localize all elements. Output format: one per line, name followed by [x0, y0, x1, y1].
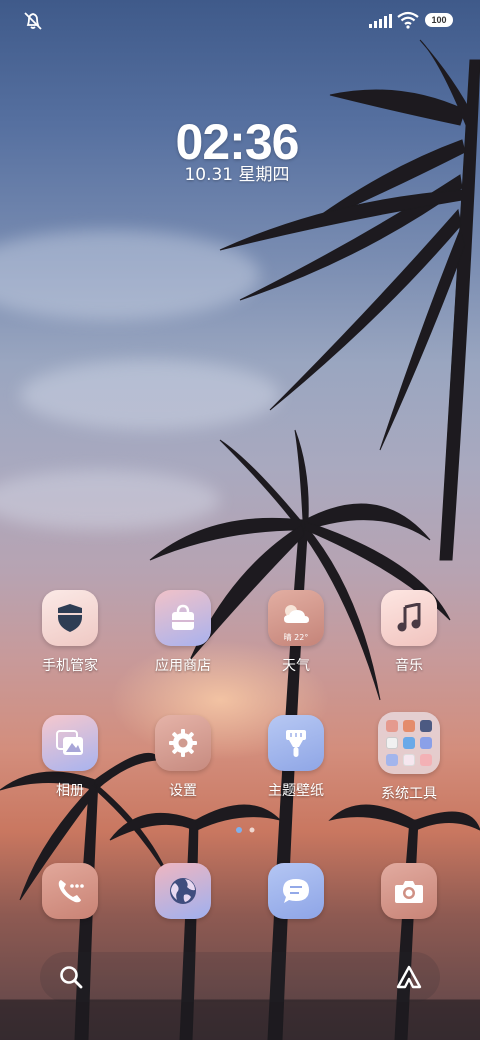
status-bar: 100	[0, 8, 480, 34]
battery-indicator: 100	[425, 13, 453, 27]
camera-icon	[381, 863, 437, 919]
music-note-icon	[381, 590, 437, 646]
app-label: 应用商店	[155, 658, 211, 674]
folder-icon	[378, 712, 440, 774]
app-label: 音乐	[395, 658, 423, 674]
shopping-bag-icon	[155, 590, 211, 646]
app-folder-system-tools[interactable]: 系统工具	[354, 712, 464, 804]
clock-date[interactable]: 10.31 星期四	[0, 163, 474, 187]
app-label: 相册	[56, 783, 84, 799]
browser-icon	[155, 863, 211, 919]
app-label: 设置	[169, 783, 197, 799]
gear-icon	[155, 715, 211, 771]
dock-browser[interactable]	[128, 863, 238, 919]
assistant-icon[interactable]	[396, 965, 422, 989]
app-app-store[interactable]: 应用商店	[128, 590, 238, 676]
dock-messages[interactable]	[241, 863, 351, 919]
page-indicator[interactable]	[230, 826, 260, 834]
app-label: 天气	[282, 658, 310, 674]
messages-icon	[268, 863, 324, 919]
shield-icon	[42, 590, 98, 646]
wifi-icon	[397, 11, 419, 29]
weather-temperature: 晴 22°	[283, 633, 309, 642]
global-search-bar[interactable]	[40, 952, 440, 1002]
paint-brush-icon	[268, 715, 324, 771]
app-weather[interactable]: 晴 22° 天气	[241, 590, 351, 676]
app-label: 手机管家	[42, 658, 98, 674]
app-settings[interactable]: 设置	[128, 715, 238, 801]
app-music[interactable]: 音乐	[354, 590, 464, 676]
mute-icon	[24, 12, 42, 30]
weather-icon: 晴 22°	[268, 590, 324, 646]
dock-phone[interactable]	[15, 863, 125, 919]
signal-icon	[369, 14, 392, 28]
gallery-icon	[42, 715, 98, 771]
dock-camera[interactable]	[354, 863, 464, 919]
app-gallery[interactable]: 相册	[15, 715, 125, 801]
app-label: 主题壁纸	[268, 783, 324, 799]
app-phone-manager[interactable]: 手机管家	[15, 590, 125, 676]
search-icon[interactable]	[58, 964, 84, 990]
phone-icon	[42, 863, 98, 919]
app-label: 系统工具	[381, 786, 437, 802]
app-themes[interactable]: 主题壁纸	[241, 715, 351, 801]
